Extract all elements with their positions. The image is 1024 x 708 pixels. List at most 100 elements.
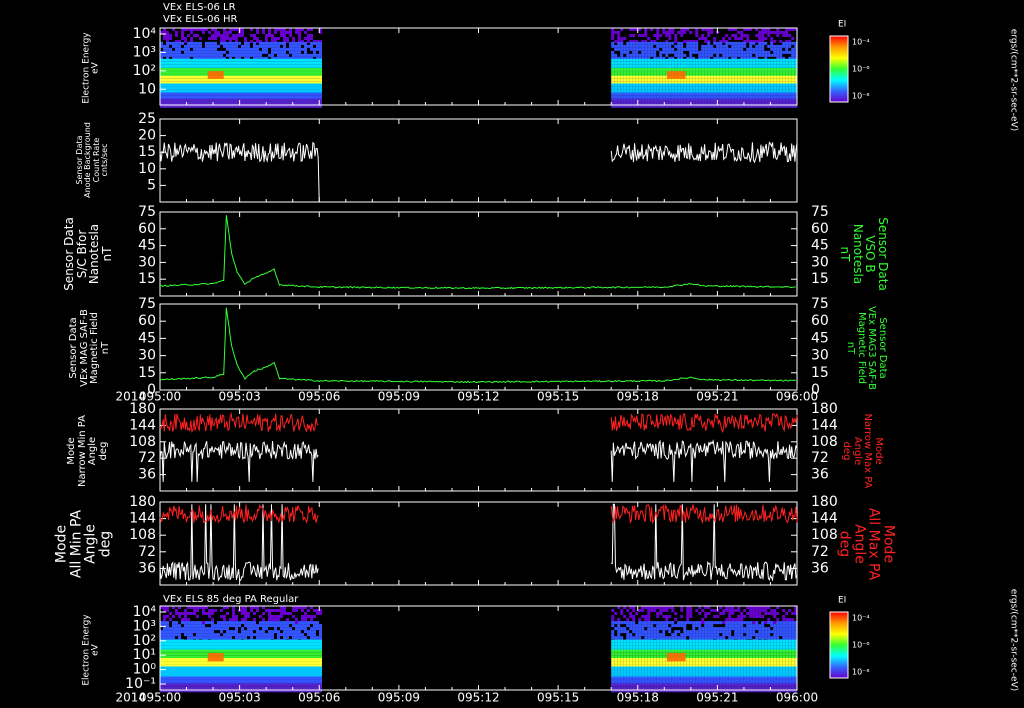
p4-xtick-label: 095:18	[617, 390, 659, 404]
ylabel-electron-energy-top: Electron Energy eV	[81, 32, 101, 104]
right-label-vso-b: Sensor Data VSO B Nanotesla nT	[838, 217, 891, 291]
p3-ytick-label-right: 45	[811, 238, 829, 254]
p1-ytick-label: 10³	[133, 44, 156, 60]
p4-ytick-label-right: 60	[811, 313, 829, 329]
p2-ytick-label: 25	[138, 111, 156, 127]
ylabel-sc-bfor: Sensor Data S/C Bfor Nanotesla nT	[61, 217, 114, 291]
p3-ytick-label: 45	[138, 238, 156, 254]
p7-xtick-label: 095:09	[378, 691, 420, 705]
p4-xtick-label: 095:09	[378, 390, 420, 404]
ylabel-all-min-pa: Mode All Min PA Angle deg	[53, 509, 114, 579]
colorbar-label-top: EI	[838, 20, 846, 30]
p3-ytick-label-right: 60	[811, 221, 829, 237]
p4-ytick-label-right: 45	[811, 330, 829, 346]
p4-ytick-label: 75	[138, 296, 156, 312]
p5-ytick-label-right: 144	[811, 417, 838, 433]
p4-xtick-label: 095:03	[219, 390, 261, 404]
p4-xtick-label: 095:12	[457, 390, 499, 404]
p7-xtick-label: 095:21	[696, 691, 738, 705]
colorbar-tick-top: 10⁻⁸	[852, 92, 870, 101]
p2-series-line	[610, 141, 798, 164]
p2-ytick-label: 10	[138, 161, 156, 177]
p5-ytick-label-right: 72	[811, 450, 829, 466]
ylabel-narrow-min-pa: Mode Narrow Min PA Angle deg	[66, 414, 109, 488]
p2-ytick-label: 15	[138, 144, 156, 160]
p3-ytick-label: 75	[138, 204, 156, 220]
p2-frame	[159, 118, 798, 203]
p3-ytick-label-right: 30	[811, 254, 829, 270]
panel-title-top-2: VEx ELS-06 HR	[163, 14, 238, 25]
p7-xtick-label: 095:03	[219, 691, 261, 705]
p5-ytick-label-right: 108	[811, 434, 838, 450]
right-label-all-max-pa: Mode All Max PA Angle deg	[836, 507, 897, 581]
p5-ytick-label: 108	[129, 434, 156, 450]
p5-ytick-label-right: 36	[811, 467, 829, 483]
p1-ytick-label: 10	[138, 81, 156, 97]
right-label-vex-mag3: Sensor Data VEx MAG3 SAF-B Magnetic Fiel…	[845, 305, 889, 391]
colorbar-bottom	[829, 611, 849, 679]
p6-series-line	[610, 503, 798, 525]
p1-ytick-label: 10²	[133, 63, 156, 79]
p4-xtick-label: 095:00	[139, 390, 181, 404]
p7-xtick-label: 096:00	[776, 691, 818, 705]
ylabel-vex-mag-saf-b: Sensor Data VEx MAG SAF-B Magnetic Field…	[68, 309, 111, 387]
colorbar-tick-top: 10⁻⁶	[852, 65, 870, 74]
p6-ytick-label: 180	[129, 494, 156, 510]
p6-ytick-label-right: 180	[811, 494, 838, 510]
p5-ytick-label: 144	[129, 417, 156, 433]
p1-ytick-label: 10⁴	[133, 26, 157, 42]
colorbar-tick-bottom: 10⁻⁶	[852, 641, 870, 650]
colorbar-tick-bottom: 10⁻⁸	[852, 668, 870, 677]
panel-title-bottom: VEx ELS 85 deg PA Regular	[163, 594, 299, 605]
p6-ytick-label: 36	[138, 560, 156, 576]
colorbar-tick-top: 10⁻⁴	[852, 38, 870, 47]
p3-ytick-label: 15	[138, 271, 156, 287]
colorbar-units-top: ergs/(cm**2-sr-sec-eV)	[1008, 28, 1019, 132]
p4-ytick-label: 30	[138, 348, 156, 364]
p4-ytick-label-right: 75	[811, 296, 829, 312]
p6-ytick-label: 144	[129, 511, 156, 527]
p3-ytick-label: 60	[138, 221, 156, 237]
ylabel-anode-background: Sensor Data Anode Background Count Rate …	[75, 122, 110, 198]
p4-xtick-label: 095:21	[696, 390, 738, 404]
p7-hot-band	[666, 653, 686, 662]
p6-ytick-label-right: 36	[811, 560, 829, 576]
p1-heatmap-image	[160, 28, 798, 108]
p7-xtick-label: 095:12	[457, 691, 499, 705]
p6-ytick-label-right: 72	[811, 544, 829, 560]
p6-ytick-label-right: 108	[811, 527, 838, 543]
colorbar-tick-bottom: 10⁻⁴	[852, 614, 870, 623]
p6-ytick-label: 72	[138, 544, 156, 560]
p5-series-line	[610, 412, 798, 434]
p5-series-line	[610, 439, 798, 482]
p4-ytick-label: 60	[138, 313, 156, 329]
p4-xtick-label: 096:00	[776, 390, 818, 404]
p7-xtick-label: 095:00	[139, 691, 181, 705]
p5-series-line	[159, 440, 319, 482]
p3-frame	[159, 211, 798, 297]
p4-ytick-label-right: 15	[811, 365, 829, 381]
p5-ytick-label: 36	[138, 467, 156, 483]
p7-heatmap-image	[160, 606, 798, 693]
p3-series-line	[159, 215, 796, 290]
p6-series-line	[611, 503, 798, 582]
p2-series-line	[159, 141, 320, 203]
p1-hot-band	[207, 71, 224, 79]
colorbar-label-bottom: EI	[838, 596, 846, 606]
p7-hot-band	[207, 653, 224, 662]
right-label-narrow-max-pa: Mode Narrow Max PA Angle deg	[841, 413, 885, 489]
p6-series-line	[159, 503, 319, 524]
p4-ytick-label: 15	[138, 365, 156, 381]
colorbar-units-bottom: ergs/(cm**2-sr-sec-eV)	[1008, 588, 1019, 692]
p2-ytick-label: 5	[147, 177, 156, 193]
p3-ytick-label-right: 15	[811, 271, 829, 287]
p4-xtick-label: 095:06	[298, 390, 340, 404]
p4-frame	[159, 303, 798, 391]
p5-ytick-label: 72	[138, 450, 156, 466]
p4-ytick-label: 45	[138, 330, 156, 346]
p6-ytick-label-right: 144	[811, 511, 838, 527]
p4-series-line	[159, 307, 796, 384]
panel-title-top-1: VEx ELS-06 LR	[163, 2, 236, 13]
colorbar-top	[829, 35, 849, 103]
p1-hot-band	[666, 71, 686, 79]
